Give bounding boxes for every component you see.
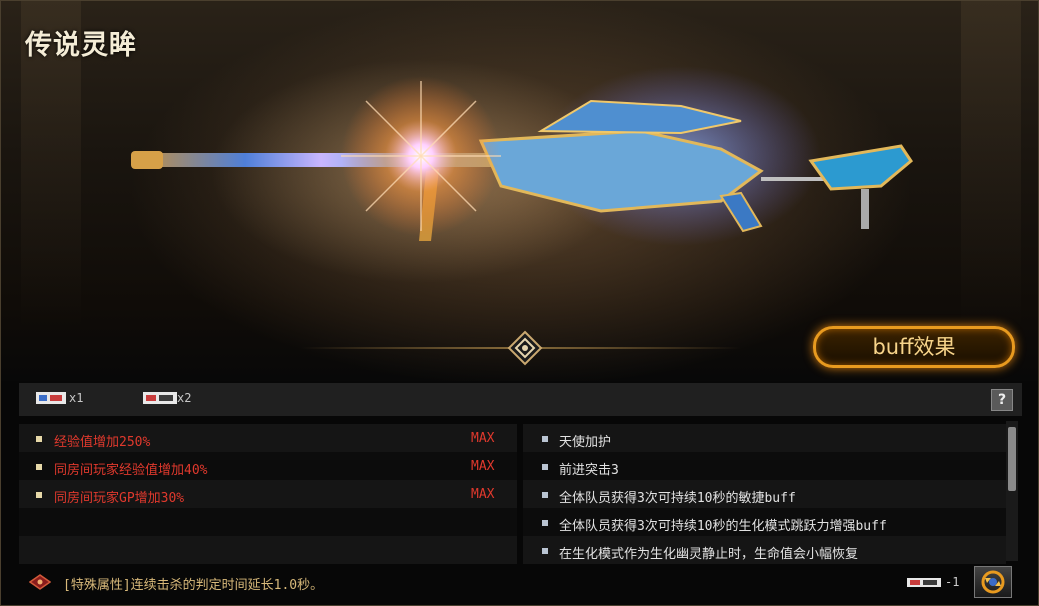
bullet-icon (542, 520, 548, 526)
attribute-row: 同房间玩家经验值增加40% MAX (19, 452, 517, 480)
scrollbar-thumb[interactable] (1008, 427, 1016, 491)
special-property-text: [特殊属性]连续击杀的判定时间延长1.0秒。 (63, 578, 324, 593)
cost-label: -1 (945, 575, 960, 589)
help-button[interactable]: ? (991, 389, 1013, 411)
sniper-rifle-image (131, 66, 913, 246)
weapon-detail-panel: 传说灵眸 buff效果 x1 x2 ? 经验值增加250% MAX 同房间玩家经… (0, 0, 1039, 606)
footer-bar: [特殊属性]连续击杀的判定时间延长1.0秒。 -1 (19, 566, 1022, 600)
background-pillar (961, 1, 1021, 331)
material-count: x2 (177, 391, 192, 405)
buff-text: 全体队员获得3次可持续10秒的敏捷buff (559, 491, 796, 506)
attribute-row-empty (19, 508, 517, 536)
attribute-text: 经验值增加250% (54, 435, 151, 450)
material-bar: x1 x2 ? (19, 383, 1022, 416)
attribute-level: MAX (471, 487, 495, 502)
bullet-icon (542, 548, 548, 554)
buff-text: 前进突击3 (559, 463, 619, 478)
attribute-text: 同房间玩家GP增加30% (54, 491, 185, 506)
buff-effect-button[interactable]: buff效果 (813, 326, 1015, 368)
bullet-icon (36, 464, 42, 470)
attribute-list: 经验值增加250% MAX 同房间玩家经验值增加40% MAX 同房间玩家GP增… (19, 421, 517, 564)
stock (808, 144, 913, 191)
refresh-button[interactable] (974, 566, 1012, 598)
bullet-icon (542, 464, 548, 470)
attribute-text: 同房间玩家经验值增加40% (54, 463, 208, 478)
buff-row: 全体队员获得3次可持续10秒的敏捷buff (523, 480, 1006, 508)
weapon-title: 传说灵眸 (25, 30, 137, 61)
bullet-icon (542, 436, 548, 442)
bullet-icon (542, 492, 548, 498)
material-chip-icon (36, 392, 66, 404)
buff-row: 前进突击3 (523, 452, 1006, 480)
attribute-row: 同房间玩家GP增加30% MAX (19, 480, 517, 508)
buff-row: 在生化模式作为生化幽灵静止时，生命值会小幅恢复 (523, 536, 1006, 564)
buff-list-scrollbar[interactable] (1006, 421, 1018, 561)
muzzle (131, 151, 163, 169)
refresh-icon (981, 570, 1005, 594)
buff-list: 天使加护 前进突击3 全体队员获得3次可持续10秒的敏捷buff 全体队员获得3… (523, 421, 1006, 564)
weapon-showcase: 传说灵眸 buff效果 (1, 1, 1038, 381)
bullet-icon (36, 436, 42, 442)
bullet-icon (36, 492, 42, 498)
attribute-level: MAX (471, 459, 495, 474)
emblem-icon (507, 330, 543, 366)
special-property-icon (29, 574, 51, 590)
buff-text: 全体队员获得3次可持续10秒的生化模式跳跃力增强buff (559, 519, 887, 534)
buff-row: 天使加护 (523, 424, 1006, 452)
buff-text: 天使加护 (559, 435, 612, 450)
monopod (861, 189, 869, 229)
buff-row: 全体队员获得3次可持续10秒的生化模式跳跃力增强buff (523, 508, 1006, 536)
buff-text: 在生化模式作为生化幽灵静止时，生命值会小幅恢复 (559, 547, 859, 562)
attribute-row: 经验值增加250% MAX (19, 424, 517, 452)
material-chip-icon (143, 392, 177, 404)
attribute-level: MAX (471, 431, 495, 446)
material-count: x1 (69, 391, 84, 405)
attribute-row-empty (19, 536, 517, 564)
cost-chip-icon (907, 578, 941, 587)
